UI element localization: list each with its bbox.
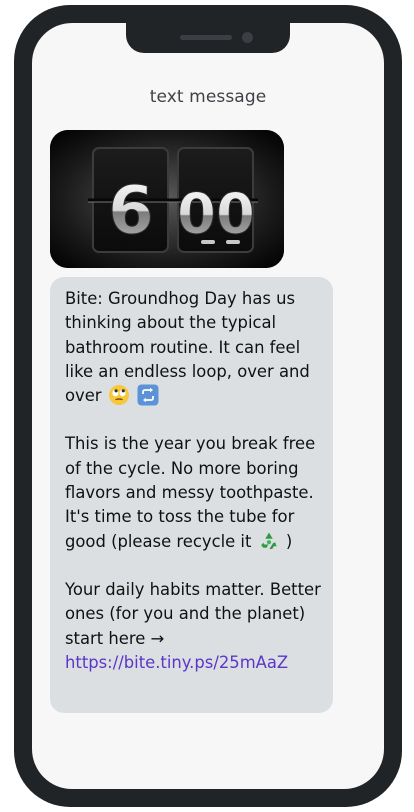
shortened-link[interactable]: https://bite.tiny.ps/25mAaZ [65,653,288,672]
speaker-grille [180,35,232,40]
phone-notch [126,23,290,53]
page-title: text message [149,87,267,107]
clock-minute-digits: 00 [177,182,255,247]
eye-roll-face-icon [108,385,129,406]
flip-clock-gif[interactable]: 6 00 [50,130,284,268]
message-screen: text message 6 00 Bite: Groundhog Day ha… [32,23,384,789]
phone-frame: text message 6 00 Bite: Groundhog Day ha… [14,5,402,807]
clock-hour-digit: 6 [108,172,154,249]
message-bubble: Bite: Groundhog Day has us thinking abou… [50,277,333,713]
message-paragraph: Bite: Groundhog Day has us thinking abou… [65,287,321,408]
message-text: Your daily habits matter. Better ones (f… [65,579,321,648]
message-text: Bite: Groundhog Day has us thinking abou… [65,289,310,406]
front-camera-icon [242,32,253,43]
message-paragraph: This is the year you break free of the c… [65,432,321,553]
recycle-icon [260,532,277,549]
message-text-end: ) [285,531,293,551]
repeat-arrows-icon [137,384,159,406]
message-paragraph: Your daily habits matter. Better ones (f… [65,578,321,675]
